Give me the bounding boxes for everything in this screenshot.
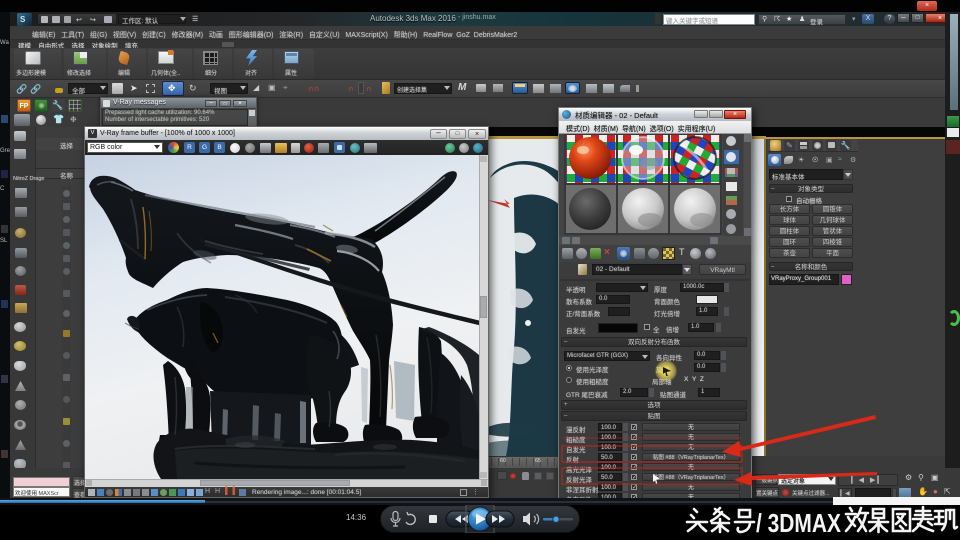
- svg-text:/ 3DMAX: / 3DMAX: [756, 508, 842, 538]
